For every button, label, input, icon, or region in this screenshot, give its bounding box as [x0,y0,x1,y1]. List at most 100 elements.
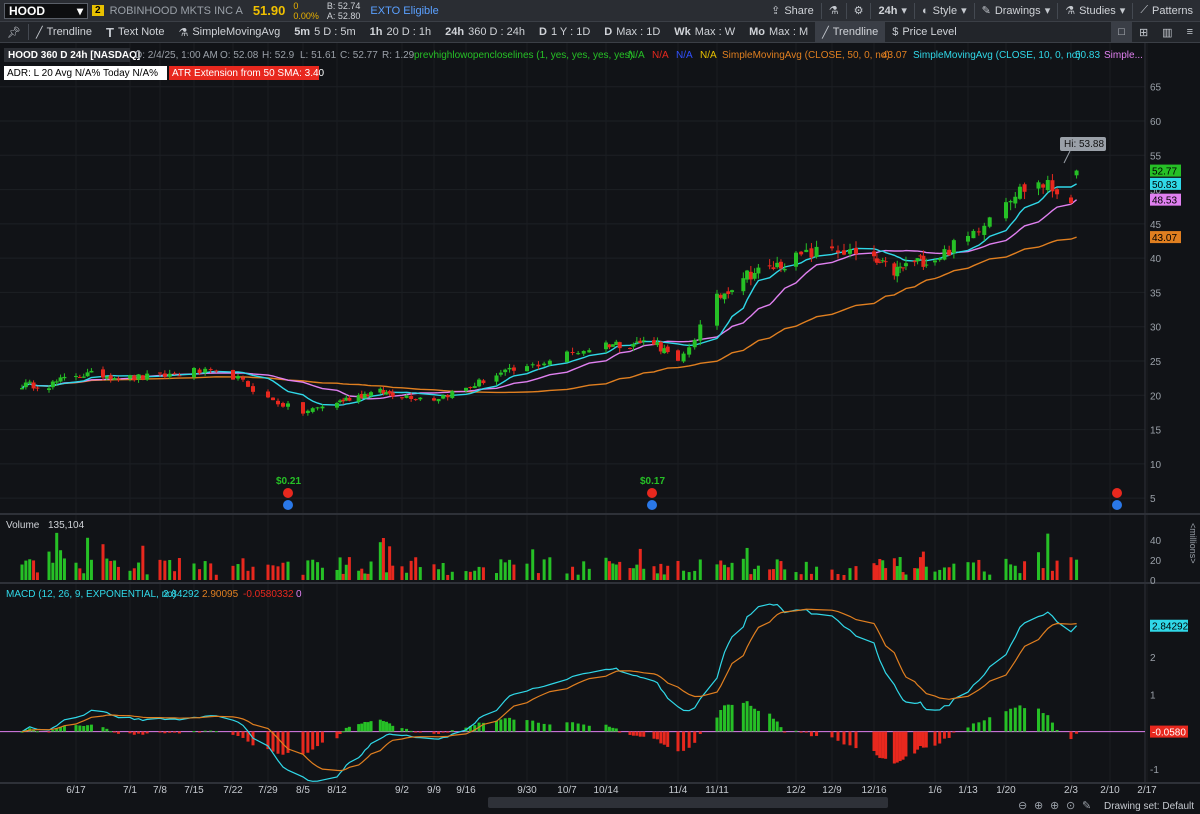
study-val: N/A [676,50,693,61]
layout-grid-button[interactable]: ⊞ [1132,22,1155,42]
trendline-button[interactable]: ╱ Trendline [29,22,99,42]
candle-body [756,267,761,274]
candle-body [937,258,942,261]
macd-hist-bar [872,731,876,751]
exto-badge[interactable]: EXTO Eligible [364,0,444,21]
volume-bar [1004,558,1008,580]
volume-bar [971,562,975,580]
chart-area[interactable]: HOOD 360 D 24h [NASDAQ] D: 2/4/25, 1:00 … [0,43,1200,814]
settings-button[interactable]: ⚙ [847,0,871,21]
volume-bar [366,573,370,580]
macd-hist-bar [698,731,702,734]
panel-divider[interactable] [0,582,1200,584]
macd-hist-bar [198,731,202,733]
preset-key: 24h [445,26,465,38]
zoom-plus-icon[interactable]: ⊕ [1050,800,1059,812]
share-button[interactable]: ⇪ Share [764,0,821,21]
macd-hist-bar [192,731,196,733]
macd-hist-bar [638,731,642,737]
preset-max-d[interactable]: D Max : 1D [597,22,667,42]
volume-bar [450,571,454,580]
volume-bar [952,563,956,580]
volume-bar [687,572,691,580]
volume-bar [418,567,422,580]
macd-hist-bar [913,731,917,754]
drawing-set-label[interactable]: Drawing set: Default [1104,801,1194,812]
price-level-button[interactable]: $ Price Level [885,22,964,42]
time-tick-label: 9/30 [517,785,537,796]
horizontal-scrollbar[interactable] [488,797,888,808]
macd-hist-bar [47,731,51,733]
preset-label: 360 D : 24h [468,26,525,38]
volume-bar [531,549,535,580]
candle-body [89,370,94,373]
macd-hist-bar [137,731,141,734]
chevron-down-icon[interactable]: ▾ [77,4,83,18]
volume-bar [192,563,196,580]
volume-bar [116,566,120,580]
panel-divider[interactable] [0,513,1200,515]
candle-body [915,258,920,262]
volume-bar [659,563,663,580]
volume-bar [214,574,218,580]
candle-body [162,373,167,377]
sma-button[interactable]: ⚗ SimpleMovingAvg [171,22,287,42]
candle-body [767,265,772,267]
patterns-button[interactable]: ⟋ Patterns [1133,0,1200,21]
pin-button[interactable]: 📌︎ [0,22,28,42]
time-tick-label: 8/5 [296,785,310,796]
zoom-in-icon[interactable]: ⊕ [1034,800,1043,812]
candle-body [536,364,541,367]
volume-bar [1050,570,1054,580]
volume-bar [477,566,481,580]
macd-label[interactable]: MACD (12, 26, 9, EXPONENTIAL, no) [6,589,176,600]
preset-1y[interactable]: D1 Y : 1D [532,22,597,42]
text-note-button[interactable]: T Text Note [99,22,171,42]
preset-max-m[interactable]: Mo Max : M [742,22,815,42]
macd-hist-bar [388,723,392,732]
volume-bar [306,560,310,580]
macd-hist-bar [749,705,753,732]
style-button[interactable]: ◐ Style ▾ [915,0,974,21]
volume-bar [86,537,90,580]
macd-hist-bar [316,731,320,747]
bar-high: H: 52.9 [262,50,295,61]
candle-body [778,261,783,269]
volume-bar [1018,573,1022,580]
volume-bar [848,568,852,580]
macd-hist-bar [884,731,888,759]
symbol-input[interactable]: HOOD ▾ [4,2,88,19]
study-sma10[interactable]: SimpleMovingAvg (CLOSE, 10, 0, no) [913,50,1081,61]
studies-button[interactable]: ⚗ Studies ▾ [1058,0,1132,21]
pencil-icon[interactable]: ✎ [1082,800,1091,812]
zoom-out-icon[interactable]: ⊖ [1018,800,1027,812]
volume-bar [32,560,36,580]
macd-hist-bar [306,731,310,753]
reset-zoom-icon[interactable]: ⊙ [1066,800,1075,812]
trendline-active-button[interactable]: ╱ Trendline [815,22,886,42]
pin-icon: 📌︎ [7,26,21,39]
price-tick-label: 65 [1150,83,1162,94]
preset-5m[interactable]: 5m 5 D : 5m [287,22,362,42]
volume-bar [414,557,418,580]
study-more[interactable]: Simple... [1104,50,1143,61]
menu-button[interactable]: ≡ [1180,22,1200,42]
preset-max-w[interactable]: Wk Max : W [667,22,742,42]
flask-button[interactable]: ⚗ [822,0,846,21]
layout-single-button[interactable]: □ [1111,22,1132,42]
layout-panels-button[interactable]: ▥ [1155,22,1179,42]
volume-bar [1023,561,1027,580]
link-badge[interactable]: 2 [92,5,104,16]
aggregation-button[interactable]: 24h ▾ [871,0,914,21]
drawings-button[interactable]: ✎ Drawings ▾ [975,0,1058,21]
macd-hist-bar [116,731,120,734]
volume-bar [918,557,922,580]
time-tick-label: 7/29 [258,785,278,796]
macd-tick-label: 1 [1150,690,1156,701]
study-prevhl[interactable]: prevhighlowopencloselines (1, yes, yes, … [414,50,633,61]
preset-1h[interactable]: 1h 20 D : 1h [363,22,438,42]
time-tick-label: 2/10 [1100,785,1120,796]
macd-hist-bar [446,731,450,733]
preset-24h[interactable]: 24h 360 D : 24h [438,22,532,42]
study-sma50[interactable]: SimpleMovingAvg (CLOSE, 50, 0, no) [722,50,890,61]
